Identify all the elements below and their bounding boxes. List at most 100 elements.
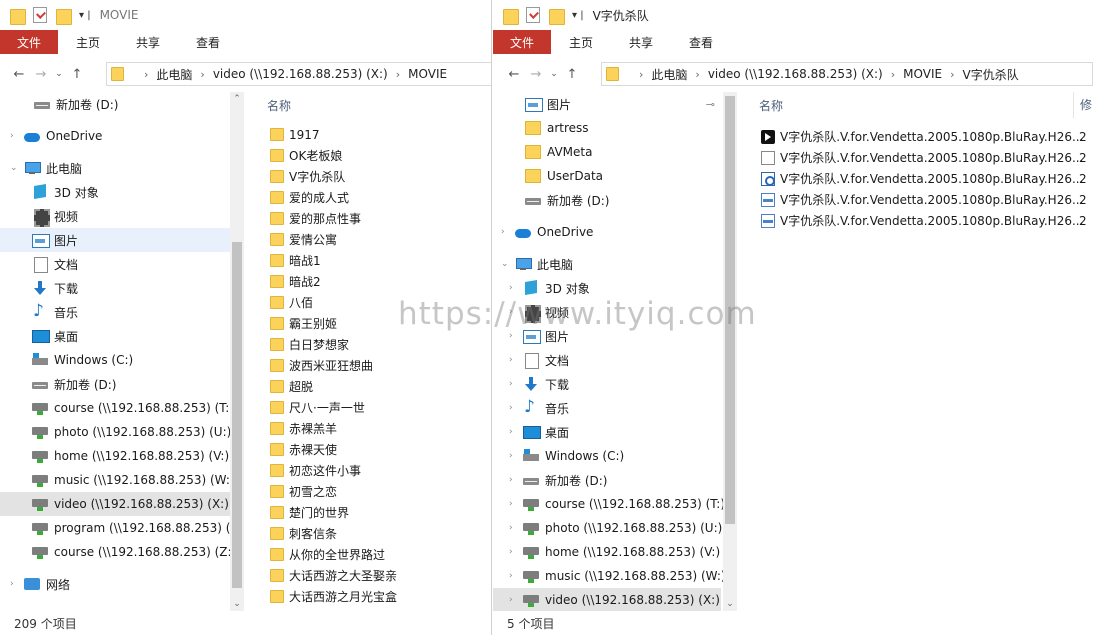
breadcrumb-movie[interactable]: MOVIE <box>903 67 942 81</box>
nav-scrollbar[interactable]: ⌄ <box>723 92 737 611</box>
nav-item-music-w[interactable]: music (\\192.168.88.253) (W:) <box>0 468 235 492</box>
file-row[interactable]: 大话西游之月光宝盒 <box>270 586 397 607</box>
nav-item-music-w[interactable]: › music (\\192.168.88.253) (W:) <box>493 564 726 588</box>
column-header-modified[interactable]: 修 <box>1073 92 1093 118</box>
nav-item-pictures[interactable]: › 图片 <box>493 324 721 348</box>
nav-item-music[interactable]: › 音乐 <box>493 396 721 420</box>
nav-item-video-x[interactable]: video (\\192.168.88.253) (X:) <box>0 492 230 516</box>
tab-file[interactable]: 文件 <box>0 30 58 54</box>
scroll-down-icon[interactable]: ⌄ <box>230 599 244 609</box>
pin-icon[interactable]: ⊸ <box>706 98 715 111</box>
file-row[interactable]: V字仇杀队.V.for.Vendetta.2005.1080p.BluRay.H… <box>761 210 1087 231</box>
address-bar[interactable]: › 此电脑 › video (\\192.168.88.253) (X:) › … <box>106 62 491 86</box>
address-bar[interactable]: › 此电脑 › video (\\192.168.88.253) (X:) › … <box>601 62 1093 86</box>
nav-item-windows-c[interactable]: › Windows (C:) <box>493 444 721 468</box>
file-row[interactable]: V字仇杀队.V.for.Vendetta.2005.1080p.BluRay.H… <box>761 189 1087 210</box>
file-row[interactable]: 大话西游之大圣娶亲 <box>270 565 397 586</box>
nav-item-videos[interactable]: › 视频 <box>493 300 721 324</box>
file-row[interactable]: 霸王别姬 <box>270 313 337 334</box>
nav-item-course-t[interactable]: course (\\192.168.88.253) (T:) <box>0 396 234 420</box>
nav-item-photo-u[interactable]: › photo (\\192.168.88.253) (U:) <box>493 516 722 540</box>
nav-item-userdata[interactable]: UserData <box>493 164 721 188</box>
file-row[interactable]: V字仇杀队.V.for.Vendetta.2005.1080p.BluRay.H… <box>761 126 1087 147</box>
file-row[interactable]: 初恋这件小事 <box>270 460 361 481</box>
nav-item-3d-objects[interactable]: › 3D 对象 <box>493 276 721 300</box>
scrollbar-thumb[interactable] <box>232 242 242 588</box>
nav-item-drive-d[interactable]: 新加卷 (D:) <box>0 92 230 116</box>
nav-item-downloads[interactable]: 下载 <box>0 276 230 300</box>
file-row[interactable]: V字仇杀队.V.for.Vendetta.2005.1080p.BluRay.H… <box>761 147 1087 168</box>
nav-item-windows-c[interactable]: Windows (C:) <box>0 348 230 372</box>
nav-item-desktop[interactable]: › 桌面 <box>493 420 721 444</box>
nav-item-pictures[interactable]: 图片 <box>0 228 230 252</box>
nav-item-home-v[interactable]: › home (\\192.168.88.253) (V:) <box>493 540 721 564</box>
recent-dropdown-icon[interactable]: ⌄ <box>52 69 66 79</box>
nav-item-documents[interactable]: 文档 <box>0 252 230 276</box>
file-row[interactable]: 暗战1 <box>270 250 321 271</box>
file-row[interactable]: 赤裸羔羊 <box>270 418 337 439</box>
nav-item-drive-d[interactable]: 新加卷 (D:) <box>0 372 230 396</box>
nav-item-program-y[interactable]: program (\\192.168.88.253) (Y <box>0 516 230 540</box>
breadcrumb-this-pc[interactable]: 此电脑 <box>156 66 192 83</box>
scrollbar-thumb[interactable] <box>725 96 735 524</box>
recent-dropdown-icon[interactable]: ⌄ <box>547 69 561 79</box>
tab-view[interactable]: 查看 <box>178 30 238 54</box>
scroll-down-icon[interactable]: ⌄ <box>723 599 737 609</box>
file-row[interactable]: 超脱 <box>270 376 313 397</box>
file-row[interactable]: 爱的那点性事 <box>270 208 361 229</box>
up-arrow-icon[interactable]: ↑ <box>66 67 88 82</box>
back-arrow-icon[interactable]: ← <box>8 67 30 82</box>
quick-access-dropdown-icon[interactable]: ▾ | <box>79 10 91 21</box>
up-arrow-icon[interactable]: ↑ <box>561 67 583 82</box>
file-row[interactable]: 白日梦想家 <box>270 334 349 355</box>
nav-item-3d-objects[interactable]: 3D 对象 <box>0 180 230 204</box>
breadcrumb-movie[interactable]: MOVIE <box>408 67 447 81</box>
nav-item-course-z[interactable]: course (\\192.168.88.253) (Z:) <box>0 540 236 564</box>
file-row[interactable]: 爱情公寓 <box>270 229 337 250</box>
tab-share[interactable]: 共享 <box>118 30 178 54</box>
tab-file[interactable]: 文件 <box>493 30 551 54</box>
file-row[interactable]: 刺客信条 <box>270 523 337 544</box>
nav-item-home-v[interactable]: home (\\192.168.88.253) (V:) <box>0 444 230 468</box>
nav-item-documents[interactable]: › 文档 <box>493 348 721 372</box>
tab-home[interactable]: 主页 <box>551 30 611 54</box>
forward-arrow-icon[interactable]: → <box>525 67 547 82</box>
breadcrumb-video-drive[interactable]: video (\\192.168.88.253) (X:) <box>213 67 388 81</box>
file-row[interactable]: 赤裸天使 <box>270 439 337 460</box>
nav-item-network[interactable]: › 网络 <box>0 572 230 596</box>
back-arrow-icon[interactable]: ← <box>503 67 525 82</box>
file-row[interactable]: 从你的全世界路过 <box>270 544 385 565</box>
file-row[interactable]: 暗战2 <box>270 271 321 292</box>
tab-view[interactable]: 查看 <box>671 30 731 54</box>
new-folder-icon[interactable] <box>549 7 565 25</box>
breadcrumb-v-for-vendetta[interactable]: V字仇杀队 <box>962 66 1018 83</box>
quick-access-dropdown-icon[interactable]: ▾ | <box>572 10 584 21</box>
nav-item-drive-d[interactable]: › 新加卷 (D:) <box>493 468 721 492</box>
file-row[interactable]: 尺八·一声一世 <box>270 397 365 418</box>
file-row[interactable]: V字仇杀队 <box>270 166 345 187</box>
nav-item-course-t[interactable]: › course (\\192.168.88.253) (T:) <box>493 492 725 516</box>
file-row[interactable]: 八佰 <box>270 292 313 313</box>
nav-item-avmeta[interactable]: AVMeta <box>493 140 721 164</box>
tab-home[interactable]: 主页 <box>58 30 118 54</box>
scroll-up-icon[interactable]: ⌃ <box>230 94 244 104</box>
nav-item-videos[interactable]: 视频 <box>0 204 230 228</box>
nav-item-onedrive[interactable]: › OneDrive <box>0 124 230 148</box>
nav-item-photo-u[interactable]: photo (\\192.168.88.253) (U:) <box>0 420 231 444</box>
tab-share[interactable]: 共享 <box>611 30 671 54</box>
nav-item-drive-d[interactable]: 新加卷 (D:) <box>493 188 721 212</box>
breadcrumb-this-pc[interactable]: 此电脑 <box>651 66 687 83</box>
file-row[interactable]: V字仇杀队.V.for.Vendetta.2005.1080p.BluRay.H… <box>761 168 1087 189</box>
file-row[interactable]: 1917 <box>270 124 320 145</box>
properties-icon[interactable] <box>526 7 540 23</box>
new-folder-icon[interactable] <box>56 7 72 25</box>
nav-item-downloads[interactable]: › 下载 <box>493 372 721 396</box>
file-row[interactable]: OK老板娘 <box>270 145 342 166</box>
nav-item-desktop[interactable]: 桌面 <box>0 324 230 348</box>
nav-item-onedrive[interactable]: › OneDrive <box>493 220 721 244</box>
column-header-name[interactable]: 名称 <box>267 92 291 118</box>
nav-item-music[interactable]: 音乐 <box>0 300 230 324</box>
file-row[interactable]: 楚门的世界 <box>270 502 349 523</box>
nav-item-video-x[interactable]: › video (\\192.168.88.253) (X:) <box>493 588 721 611</box>
nav-item-pictures[interactable]: 图片 ⊸ <box>493 92 721 116</box>
